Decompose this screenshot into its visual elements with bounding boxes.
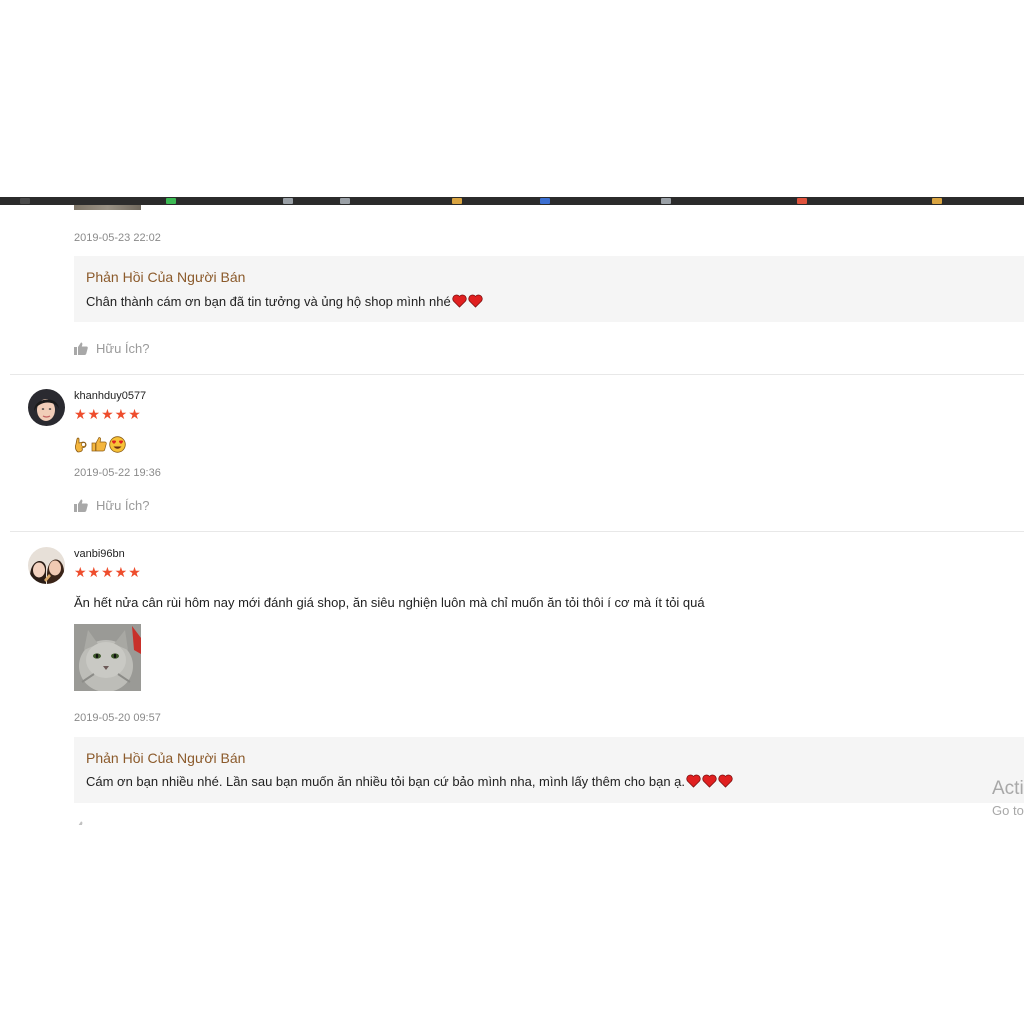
taskbar-app-icon[interactable] bbox=[540, 198, 550, 204]
rating-stars: ★★★★★ bbox=[74, 406, 142, 422]
review-date: 2019-05-20 09:57 bbox=[74, 712, 161, 724]
taskbar-app-icon[interactable] bbox=[661, 198, 671, 204]
thumbs-up-icon bbox=[78, 821, 87, 825]
heart-icon bbox=[718, 774, 733, 788]
heart-eyes-icon bbox=[109, 436, 126, 453]
heart-icon bbox=[686, 774, 701, 788]
thumbs-up-emoji-icon bbox=[91, 437, 107, 452]
activation-watermark-title: Acti bbox=[992, 778, 1024, 799]
chrome-icon[interactable] bbox=[166, 198, 176, 204]
seller-reply: Phản Hồi Của Người Bán Cám ơn bạn nhiều … bbox=[74, 737, 1024, 803]
review-divider bbox=[10, 531, 1024, 532]
previous-review-photo[interactable] bbox=[74, 205, 141, 210]
review-photo[interactable] bbox=[74, 624, 141, 691]
heart-icon bbox=[702, 774, 717, 788]
seller-reply-text: Chân thành cám ơn bạn đã tin tưởng và ủn… bbox=[86, 294, 483, 309]
seller-reply-title: Phản Hồi Của Người Bán bbox=[86, 269, 246, 285]
helpful-label: Hữu Ích? bbox=[96, 497, 150, 513]
rating-stars: ★★★★★ bbox=[74, 564, 142, 580]
heart-icon bbox=[468, 294, 483, 308]
review-comment: Ăn hết nửa cân rùi hôm nay mới đánh giá … bbox=[74, 595, 705, 610]
taskbar-app-icon[interactable] bbox=[283, 198, 293, 204]
avatar[interactable] bbox=[28, 389, 65, 426]
review-date: 2019-05-23 22:02 bbox=[74, 232, 161, 244]
seller-reply-title: Phản Hồi Của Người Bán bbox=[86, 750, 246, 766]
avatar-photo bbox=[28, 389, 65, 426]
thumbs-up-icon bbox=[74, 499, 88, 512]
taskbar-app-icon[interactable] bbox=[340, 198, 350, 204]
cat-photo-icon bbox=[74, 624, 141, 691]
review-date: 2019-05-22 19:36 bbox=[74, 467, 161, 479]
avatar[interactable] bbox=[28, 547, 65, 584]
seller-reply: Phản Hồi Của Người Bán Chân thành cám ơn… bbox=[74, 256, 1024, 322]
taskbar-app-icon[interactable] bbox=[20, 198, 30, 204]
taskbar-app-icon[interactable] bbox=[797, 198, 807, 204]
helpful-button[interactable]: Hữu Ích? bbox=[74, 497, 150, 513]
reviewer-username[interactable]: vanbi96bn bbox=[74, 548, 125, 560]
review-comment bbox=[74, 436, 126, 453]
taskbar bbox=[0, 197, 1024, 205]
helpful-button[interactable] bbox=[74, 819, 96, 825]
thumbs-up-icon bbox=[74, 342, 88, 355]
ok-hand-icon bbox=[75, 437, 87, 453]
heart-icon bbox=[452, 294, 467, 308]
folder-icon[interactable] bbox=[932, 198, 942, 204]
reviewer-username[interactable]: khanhduy0577 bbox=[74, 390, 146, 402]
review-divider bbox=[10, 374, 1024, 375]
helpful-button[interactable]: Hữu Ích? bbox=[74, 340, 150, 356]
avatar-photo bbox=[28, 547, 65, 584]
reviews-list: 2019-05-23 22:02 Phản Hồi Của Người Bán … bbox=[0, 205, 1024, 825]
seller-reply-text: Cám ơn bạn nhiều nhé. Lần sau bạn muốn ă… bbox=[86, 774, 733, 789]
activation-watermark-subtitle: Go to bbox=[992, 803, 1024, 818]
helpful-label: Hữu Ích? bbox=[96, 340, 150, 356]
folder-icon[interactable] bbox=[452, 198, 462, 204]
